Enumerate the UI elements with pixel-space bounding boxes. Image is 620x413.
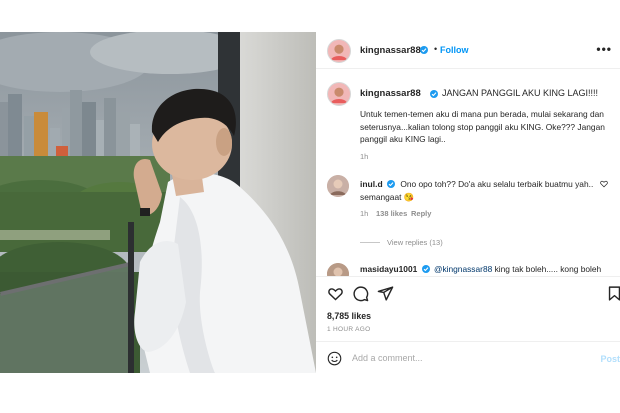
comment-mention[interactable]: @kingnassar88 <box>434 264 492 274</box>
reply-button[interactable]: Reply <box>411 209 431 218</box>
share-icon[interactable] <box>377 285 394 302</box>
add-comment-input[interactable] <box>352 350 592 366</box>
avatar[interactable] <box>327 39 351 63</box>
comment-username[interactable]: masidayu1001 <box>360 264 417 274</box>
add-comment-bar: Post <box>316 341 620 373</box>
view-replies-button[interactable]: View replies (13) <box>387 238 443 247</box>
bookmark-icon[interactable] <box>606 285 620 302</box>
post-photo[interactable] <box>0 32 316 373</box>
comment-text-block: masidayu1001 @kingnassar88 king tak bole… <box>360 264 610 274</box>
caption-time: 1h <box>360 152 369 161</box>
caption-body: Untuk temen-temen aku di mana pun berada… <box>360 109 605 144</box>
comment-icon[interactable] <box>352 285 369 302</box>
post-header: kingnassar88 • Follow ••• <box>316 32 620 69</box>
verified-icon <box>387 180 395 188</box>
separator-dot: • <box>434 44 438 54</box>
like-comment-icon[interactable] <box>600 180 608 188</box>
post-comment-button[interactable]: Post <box>600 354 620 364</box>
post-timestamp: 1 HOUR AGO <box>327 326 371 333</box>
post-username[interactable]: kingnassar88 <box>360 45 421 56</box>
caption-avatar[interactable] <box>327 82 351 106</box>
more-options-icon[interactable]: ••• <box>596 42 612 56</box>
comment-username[interactable]: inul.d <box>360 179 383 189</box>
verified-icon <box>421 265 430 273</box>
follow-button[interactable]: Follow <box>440 45 469 55</box>
comment-avatar[interactable] <box>327 175 349 197</box>
heart-icon[interactable] <box>327 285 344 302</box>
emoji-icon[interactable] <box>327 351 342 366</box>
view-replies-line <box>360 242 380 243</box>
comment-likes[interactable]: 138 likes <box>376 209 407 218</box>
post-actions: 8,785 likes 1 HOUR AGO <box>316 276 620 334</box>
post-image <box>0 32 316 373</box>
caption-title: JANGAN PANGGIL AKU KING LAGI!!!! <box>442 88 599 98</box>
comment-text: king tak boleh..... kong boleh <box>494 264 602 274</box>
verified-icon <box>420 46 428 54</box>
caption-username[interactable]: kingnassar88 <box>360 88 421 99</box>
verified-icon <box>430 90 438 98</box>
post-panel: kingnassar88 • Follow ••• kingnassar88 J… <box>316 32 620 373</box>
comment-text-block: inul.d Ono opo toh?? Do'a aku selalu ter… <box>360 178 604 203</box>
likes-count[interactable]: 8,785 likes <box>327 311 371 321</box>
comment-time: 1h <box>360 209 369 218</box>
